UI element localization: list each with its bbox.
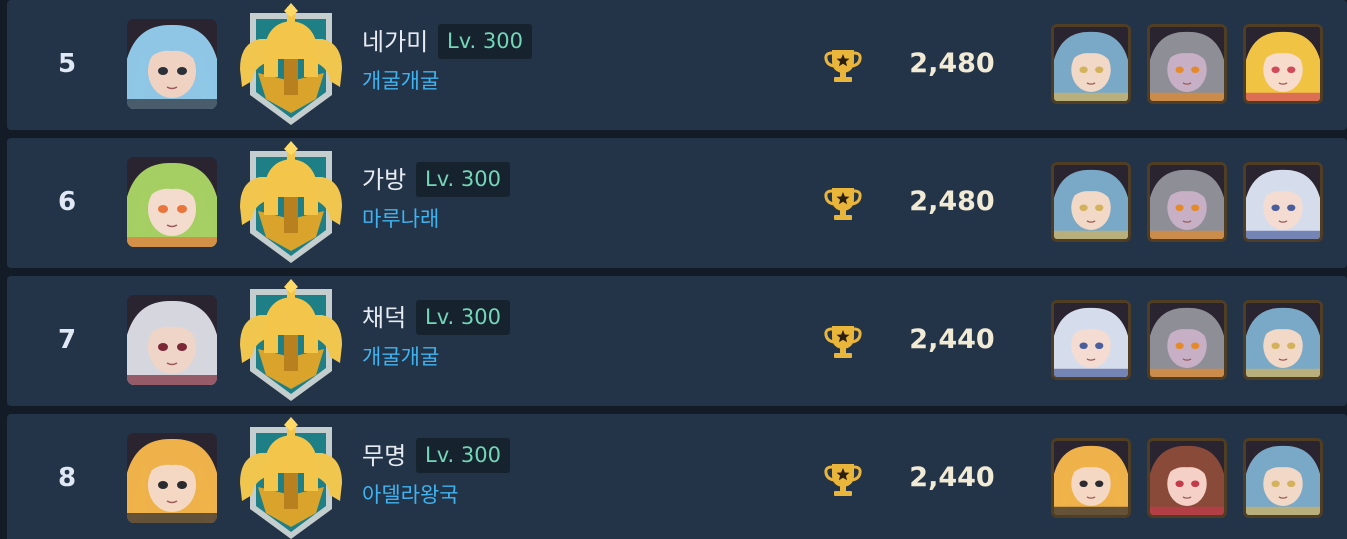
- guild-name[interactable]: 아델라왕국: [362, 479, 459, 509]
- ranking-row[interactable]: 7 채덕 Lv. 300 개굴개굴 2,440: [7, 276, 1347, 406]
- player-avatar[interactable]: [127, 295, 217, 385]
- ranking-row[interactable]: 8 무명 Lv. 300 아델라왕국 2,440: [7, 414, 1347, 539]
- player-name: 네가미: [362, 28, 429, 56]
- player-avatar[interactable]: [127, 433, 217, 523]
- level-badge: Lv. 300: [416, 438, 510, 473]
- guild-name[interactable]: 개굴개굴: [362, 341, 439, 371]
- trophy-icon: [823, 321, 863, 361]
- gold-helmet-emblem-icon: [232, 141, 350, 265]
- ranking-row[interactable]: 5 네가미 Lv. 300 개굴개굴 2,480: [7, 0, 1347, 130]
- hero-portrait[interactable]: [1147, 24, 1227, 104]
- guild-name[interactable]: 개굴개굴: [362, 65, 439, 95]
- level-badge: Lv. 300: [416, 162, 510, 197]
- player-name: 가방: [362, 166, 407, 194]
- guild-name[interactable]: 마루나래: [362, 203, 439, 233]
- ranking-row[interactable]: 6 가방 Lv. 300 마루나래 2,480: [7, 138, 1347, 268]
- hero-portrait[interactable]: [1243, 300, 1323, 380]
- ranking-board: 5 네가미 Lv. 300 개굴개굴 2,480 6 가방 Lv. 300 마루…: [0, 0, 1347, 539]
- rank-number: 6: [57, 187, 77, 217]
- hero-portrait[interactable]: [1147, 162, 1227, 242]
- player-name: 무명: [362, 442, 407, 470]
- trophy-score: 2,480: [909, 48, 995, 79]
- gold-helmet-emblem-icon: [232, 279, 350, 403]
- gold-helmet-emblem-icon: [232, 3, 350, 127]
- trophy-score: 2,440: [909, 324, 995, 355]
- hero-portrait[interactable]: [1243, 162, 1323, 242]
- rank-number: 5: [57, 49, 77, 79]
- rank-number: 7: [57, 325, 77, 355]
- hero-portrait[interactable]: [1051, 24, 1131, 104]
- hero-portrait[interactable]: [1147, 438, 1227, 518]
- level-badge: Lv. 300: [438, 24, 532, 59]
- hero-portrait[interactable]: [1051, 438, 1131, 518]
- hero-portrait[interactable]: [1051, 162, 1131, 242]
- hero-portrait[interactable]: [1051, 300, 1131, 380]
- hero-portrait[interactable]: [1243, 24, 1323, 104]
- level-badge: Lv. 300: [416, 300, 510, 335]
- player-avatar[interactable]: [127, 19, 217, 109]
- hero-portrait[interactable]: [1243, 438, 1323, 518]
- gold-helmet-emblem-icon: [232, 417, 350, 539]
- rank-number: 8: [57, 463, 77, 493]
- trophy-score: 2,440: [909, 462, 995, 493]
- trophy-icon: [823, 459, 863, 499]
- trophy-icon: [823, 45, 863, 85]
- trophy-icon: [823, 183, 863, 223]
- hero-portrait[interactable]: [1147, 300, 1227, 380]
- player-name: 채덕: [362, 304, 407, 332]
- player-avatar[interactable]: [127, 157, 217, 247]
- trophy-score: 2,480: [909, 186, 995, 217]
